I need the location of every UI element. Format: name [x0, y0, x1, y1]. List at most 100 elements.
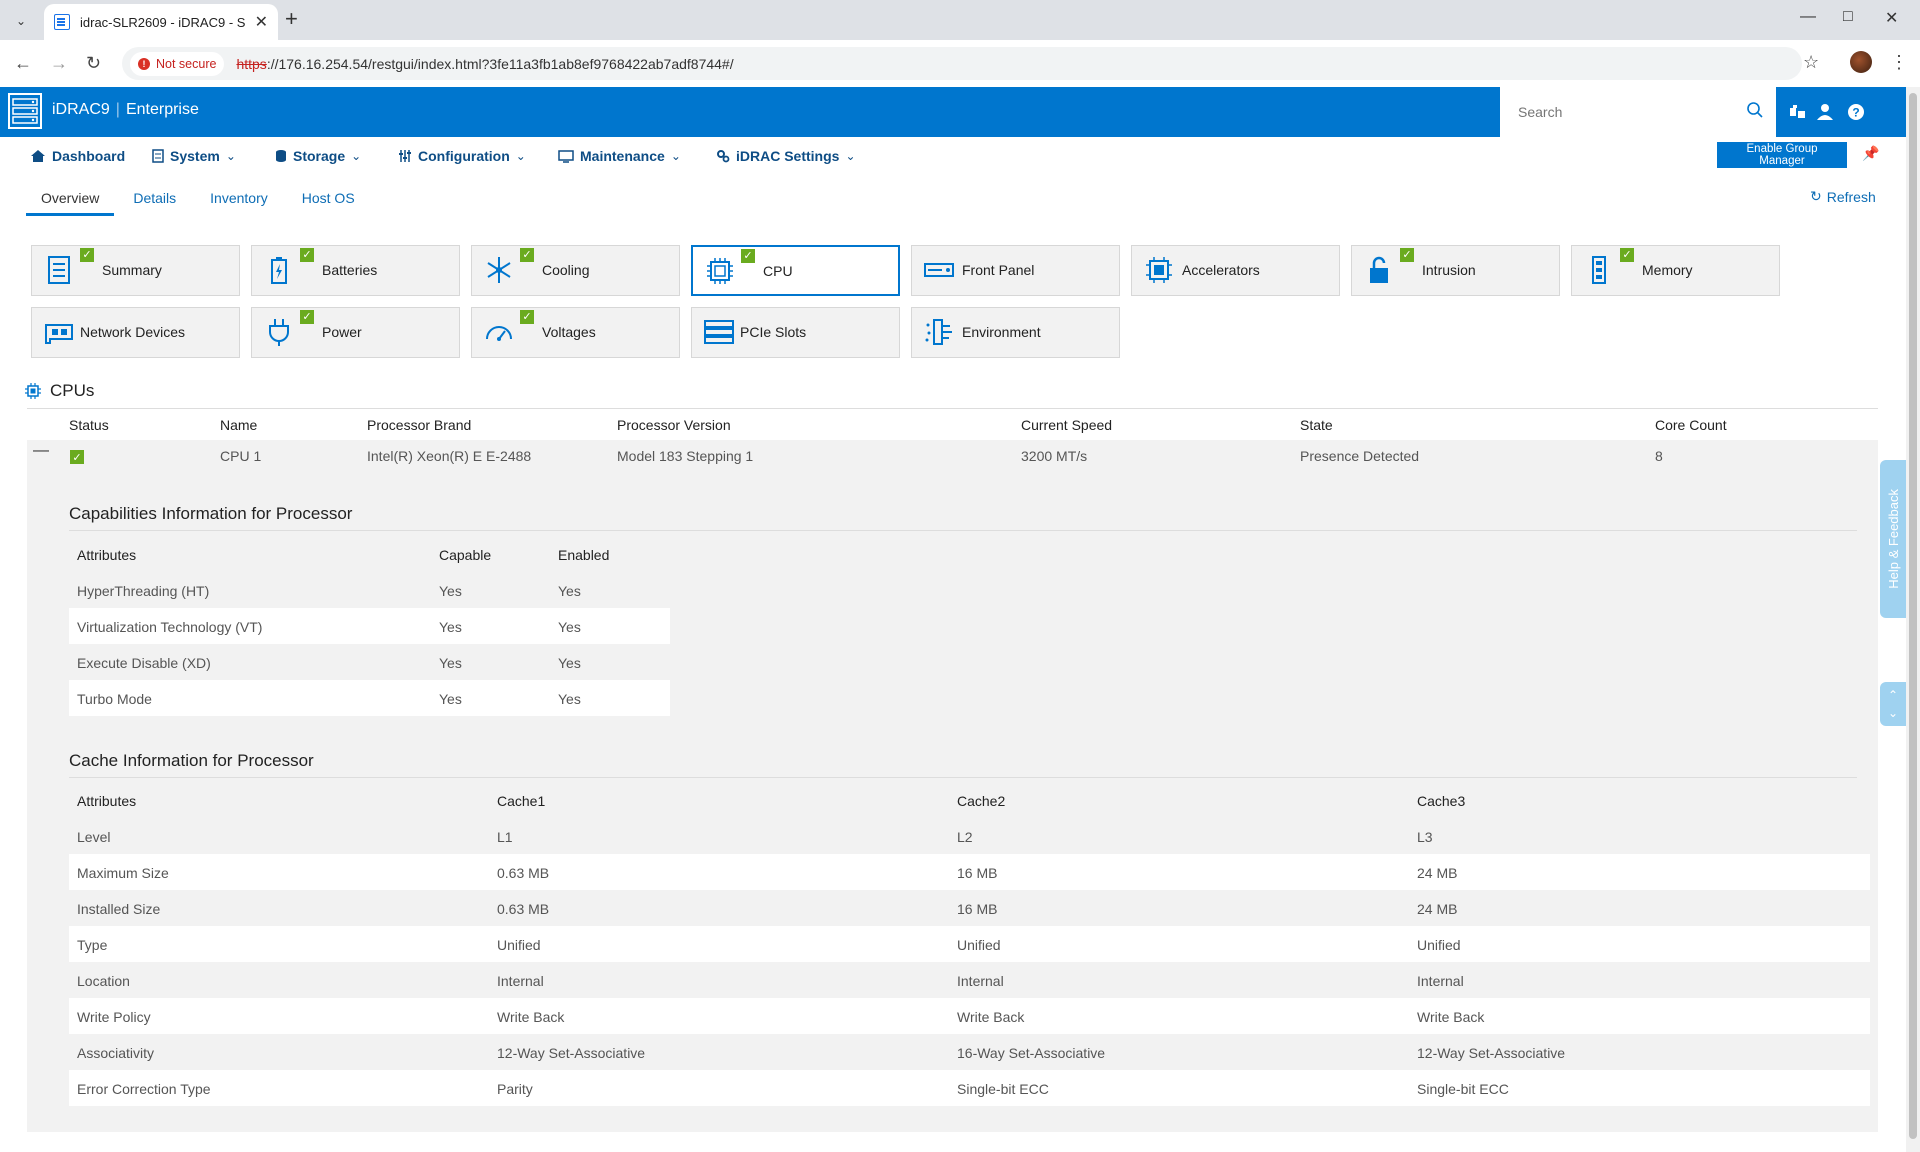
search-box — [1500, 87, 1776, 137]
group-manager-icon[interactable] — [1788, 102, 1808, 122]
tile-label: Intrusion — [1422, 262, 1476, 278]
reload-icon[interactable]: ↻ — [86, 53, 101, 74]
server-logo-icon — [8, 93, 42, 129]
new-tab-button[interactable]: + — [285, 8, 298, 30]
browser-menu-icon[interactable]: ⋮ — [1890, 52, 1908, 73]
nav-configuration[interactable]: Configuration ⌄ — [398, 148, 526, 164]
scroll-buttons: ⌃ ⌄ — [1880, 682, 1906, 726]
network-card-icon — [45, 324, 73, 344]
scrollbar-thumb[interactable] — [1909, 93, 1917, 1139]
tile-power[interactable]: ✓ Power — [251, 307, 460, 358]
capable-cell: Yes — [439, 619, 462, 635]
omnibox[interactable]: ! Not secure https://176.16.254.54/restg… — [122, 47, 1802, 80]
table-row[interactable]: — ✓ CPU 1 Intel(R) Xeon(R) E E-2488 Mode… — [27, 440, 1878, 472]
maximize-button[interactable]: □ — [1843, 8, 1853, 26]
url-rest: ://176.16.254.54/restgui/index.html?3fe1… — [266, 55, 734, 72]
security-chip[interactable]: ! Not secure — [130, 51, 225, 76]
column-header[interactable]: Status — [69, 417, 109, 433]
attribute-cell: HyperThreading (HT) — [77, 583, 210, 599]
attribute-cell: Maximum Size — [77, 865, 169, 881]
tile-voltages[interactable]: ✓ Voltages — [471, 307, 680, 358]
tile-pcie-slots[interactable]: PCIe Slots — [691, 307, 900, 358]
scroll-up-icon[interactable]: ⌃ — [1888, 686, 1898, 704]
plug-icon — [269, 319, 289, 346]
bookmark-star-icon[interactable]: ☆ — [1803, 52, 1819, 73]
column-header[interactable]: Processor Brand — [367, 417, 471, 433]
nav-idrac-settings[interactable]: iDRAC Settings ⌄ — [716, 148, 856, 164]
tile-label: Power — [322, 324, 362, 340]
help-feedback-tab[interactable]: Help & Feedback — [1880, 460, 1906, 618]
tile-cooling[interactable]: ✓ Cooling — [471, 245, 680, 296]
tile-network-devices[interactable]: Network Devices — [31, 307, 240, 358]
tile-label: Front Panel — [962, 262, 1035, 278]
table-row: Level L1 L2 L3 — [69, 818, 1870, 854]
cache3-cell: Single-bit ECC — [1417, 1081, 1509, 1097]
profile-avatar[interactable] — [1850, 51, 1872, 73]
collapse-icon[interactable]: — — [33, 442, 49, 460]
snowflake-icon — [487, 257, 511, 283]
tile-label: PCIe Slots — [740, 324, 807, 340]
cache1-cell: Unified — [497, 937, 541, 953]
pin-icon[interactable]: 📌 — [1862, 145, 1879, 162]
column-header: Enabled — [558, 547, 610, 563]
product-edition: Enterprise — [125, 101, 199, 118]
cpu-table-header: Status Name Processor Brand Processor Ve… — [27, 408, 1878, 441]
cache2-cell: Write Back — [957, 1009, 1025, 1025]
column-header[interactable]: Processor Version — [617, 417, 731, 433]
app-header: iDRAC9|Enterprise ? — [0, 87, 1920, 137]
column-header[interactable]: State — [1300, 417, 1333, 433]
back-icon[interactable]: ← — [14, 53, 32, 74]
scroll-down-icon[interactable]: ⌄ — [1888, 704, 1898, 722]
cpu-detail-panel: Capabilities Information for Processor A… — [27, 472, 1878, 1132]
tile-cpu[interactable]: ✓ CPU — [691, 245, 900, 296]
tile-intrusion[interactable]: ✓ Intrusion — [1351, 245, 1560, 296]
attribute-cell: Virtualization Technology (VT) — [77, 619, 263, 635]
tab-details[interactable]: Details — [118, 186, 191, 216]
column-header[interactable]: Current Speed — [1021, 417, 1112, 433]
minimize-button[interactable]: — — [1800, 8, 1816, 26]
tile-label: Network Devices — [80, 324, 186, 340]
tile-memory[interactable]: ✓ Memory — [1571, 245, 1780, 296]
nav-dashboard[interactable]: Dashboard — [30, 148, 125, 164]
column-header[interactable]: Name — [220, 417, 257, 433]
search-input[interactable] — [1516, 103, 1740, 121]
check-icon: ✓ — [1620, 248, 1634, 262]
address-bar-row: ← → ↻ ! Not secure https://176.16.254.54… — [0, 40, 1920, 88]
cache1-cell: L1 — [497, 829, 513, 845]
divider — [69, 777, 1857, 778]
tile-accelerators[interactable]: Accelerators — [1131, 245, 1340, 296]
cache2-cell: Internal — [957, 973, 1004, 989]
user-icon[interactable] — [1815, 102, 1835, 122]
enable-group-manager-button[interactable]: Enable Group Manager — [1717, 142, 1847, 168]
cache2-cell: 16 MB — [957, 865, 998, 881]
browser-tab[interactable]: idrac-SLR2609 - iDRAC9 - Syste ✕ — [44, 4, 278, 40]
tile-batteries[interactable]: ✓ Batteries — [251, 245, 460, 296]
nav-storage-label: Storage — [293, 148, 346, 164]
column-header[interactable]: Core Count — [1655, 417, 1727, 433]
page-scrollbar[interactable] — [1906, 87, 1920, 1152]
tile-front-panel[interactable]: Front Panel — [911, 245, 1120, 296]
window-close-button[interactable]: ✕ — [1885, 8, 1898, 28]
forward-icon[interactable]: → — [50, 53, 68, 74]
tile-label: Memory — [1642, 262, 1693, 278]
url-text[interactable]: https://176.16.254.54/restgui/index.html… — [236, 56, 733, 72]
tab-inventory[interactable]: Inventory — [195, 186, 283, 216]
warning-icon: ! — [138, 57, 150, 70]
nav-system[interactable]: System ⌄ — [152, 148, 236, 164]
refresh-button[interactable]: ↻ Refresh — [1810, 188, 1876, 205]
cache2-cell: 16 MB — [957, 901, 998, 917]
cache2-cell: 16-Way Set-Associative — [957, 1045, 1106, 1061]
nav-maintenance[interactable]: Maintenance ⌄ — [558, 148, 681, 164]
help-icon[interactable]: ? — [1846, 102, 1866, 122]
cache2-cell: L2 — [957, 829, 973, 845]
front-panel-icon — [924, 263, 954, 277]
cpu-name: CPU 1 — [220, 448, 262, 464]
tile-summary[interactable]: ✓ Summary — [31, 245, 240, 296]
tab-search-button[interactable]: ⌄ — [10, 10, 32, 32]
nav-storage[interactable]: Storage ⌄ — [275, 148, 361, 164]
search-icon[interactable] — [1746, 101, 1764, 119]
tab-close-icon[interactable]: ✕ — [255, 12, 268, 32]
tab-host-os[interactable]: Host OS — [287, 186, 370, 216]
tile-environment[interactable]: Environment — [911, 307, 1120, 358]
tab-overview[interactable]: Overview — [26, 186, 115, 216]
